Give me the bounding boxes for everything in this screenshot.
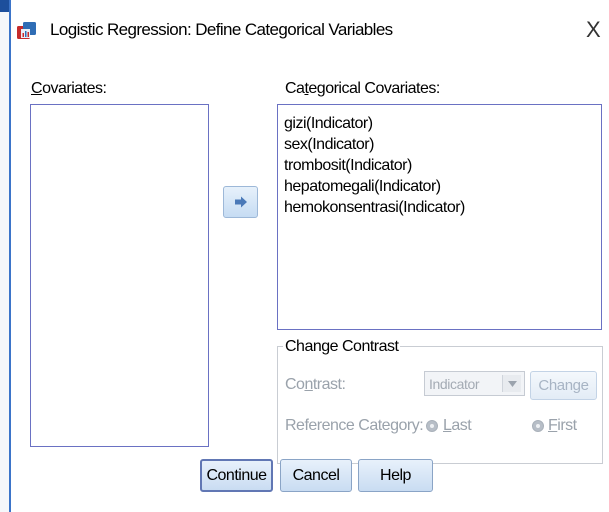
list-item[interactable]: hemokonsentrasi(Indicator) — [284, 197, 601, 218]
reference-category-label: Reference Category: — [285, 417, 424, 434]
categorical-covariates-label: Categorical Covariates: — [285, 79, 440, 99]
last-radio[interactable] — [426, 420, 438, 432]
continue-button[interactable]: Continue — [200, 459, 273, 492]
change-button[interactable]: Change — [530, 371, 597, 400]
cancel-button[interactable]: Cancel — [280, 459, 352, 492]
first-radio[interactable] — [532, 420, 544, 432]
chevron-down-icon — [502, 375, 521, 392]
radio-inner — [536, 424, 540, 428]
close-button[interactable]: X — [586, 18, 601, 42]
contrast-label-mnemonic: n — [304, 376, 313, 393]
contrast-label-post: trast: — [312, 376, 346, 393]
list-item[interactable]: trombosit(Indicator) — [284, 155, 601, 176]
list-item[interactable]: hepatomegali(Indicator) — [284, 176, 601, 197]
change-contrast-title: Change Contrast — [283, 338, 401, 356]
first-mnemonic: F — [548, 417, 558, 434]
first-label-text: irst — [557, 417, 577, 434]
covariates-label-text: ovariates: — [42, 80, 107, 97]
contrast-dropdown[interactable]: Indicator — [424, 371, 525, 396]
categorical-covariates-list[interactable]: gizi(Indicator) sex(Indicator) trombosit… — [277, 104, 602, 330]
categorical-label-post: egorical Covariates: — [308, 80, 440, 97]
window-left-tab — [0, 0, 9, 12]
window-left-accent — [9, 0, 11, 512]
list-item[interactable]: gizi(Indicator) — [284, 113, 601, 134]
move-button[interactable] — [223, 186, 258, 218]
last-label-text: ast — [451, 417, 472, 434]
categorical-label-pre: Ca — [285, 80, 305, 97]
contrast-label: Contrast: — [285, 375, 346, 395]
contrast-label-pre: Co — [285, 376, 305, 393]
arrow-right-icon — [234, 196, 247, 208]
spss-dialog-icon — [17, 22, 36, 39]
help-button[interactable]: Help — [358, 459, 433, 492]
radio-selected-dot — [430, 424, 434, 428]
last-radio-label: Last — [443, 416, 472, 436]
covariates-list[interactable] — [30, 104, 209, 447]
contrast-dropdown-value: Indicator — [429, 376, 480, 392]
first-radio-label: First — [548, 416, 577, 436]
window-title: Logistic Regression: Define Categorical … — [50, 20, 393, 39]
window-left-edge — [0, 0, 9, 512]
change-contrast-group — [277, 346, 603, 464]
list-item[interactable]: sex(Indicator) — [284, 134, 601, 155]
covariates-label-mnemonic: C — [31, 80, 43, 97]
covariates-label: Covariates: — [31, 79, 107, 99]
